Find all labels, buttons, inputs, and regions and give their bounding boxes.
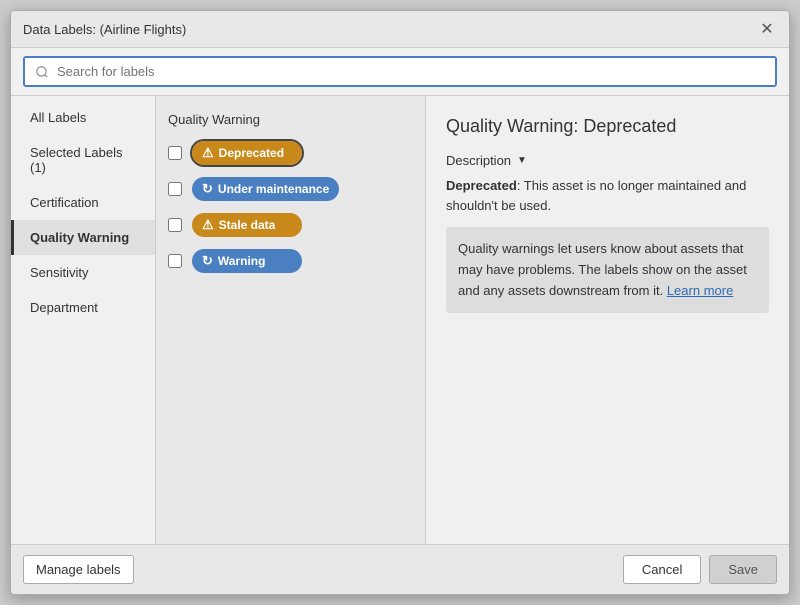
label-list-panel: Quality Warning ⚠ Deprecated ↻ Under — [156, 96, 426, 544]
sidebar: All Labels Selected Labels (1) Certifica… — [11, 96, 156, 544]
deprecated-bold: Deprecated — [446, 178, 517, 193]
maintenance-badge[interactable]: ↻ Under maintenance — [192, 177, 339, 201]
maintenance-checkbox[interactable] — [168, 182, 182, 196]
deprecated-badge-wrapper[interactable]: ⚠ Deprecated — [190, 139, 304, 167]
footer: Manage labels Cancel Save — [11, 544, 789, 594]
deprecated-icon: ⚠ — [202, 145, 214, 161]
search-bar — [11, 48, 789, 96]
warning-badge-wrapper[interactable]: ↻ Warning — [190, 247, 304, 275]
title-bar: Data Labels: (Airline Flights) ✕ — [11, 11, 789, 48]
deprecated-checkbox[interactable] — [168, 146, 182, 160]
learn-more-link[interactable]: Learn more — [667, 283, 733, 298]
stale-checkbox[interactable] — [168, 218, 182, 232]
manage-labels-button[interactable]: Manage labels — [23, 555, 134, 584]
deprecated-badge[interactable]: ⚠ Deprecated — [192, 141, 302, 165]
maintenance-icon: ↻ — [202, 181, 213, 197]
dialog: Data Labels: (Airline Flights) ✕ All Lab… — [10, 10, 790, 595]
description-text: Deprecated: This asset is no longer main… — [446, 176, 769, 215]
detail-panel: Quality Warning: Deprecated Description … — [426, 96, 789, 544]
stale-badge[interactable]: ⚠ Stale data — [192, 213, 302, 237]
footer-actions: Cancel Save — [623, 555, 777, 584]
sidebar-item-quality-warning[interactable]: Quality Warning — [11, 220, 155, 255]
sidebar-item-selected-labels[interactable]: Selected Labels (1) — [11, 135, 155, 185]
list-item: ⚠ Deprecated — [168, 139, 413, 167]
description-header[interactable]: Description ▼ — [446, 153, 769, 168]
warning-icon: ↻ — [202, 253, 213, 269]
close-button[interactable]: ✕ — [757, 19, 777, 39]
chevron-down-icon: ▼ — [517, 155, 527, 166]
panel-title: Quality Warning — [168, 112, 413, 127]
list-item: ↻ Under maintenance — [168, 175, 413, 203]
info-box: Quality warnings let users know about as… — [446, 227, 769, 313]
sidebar-item-department[interactable]: Department — [11, 290, 155, 325]
cancel-button[interactable]: Cancel — [623, 555, 701, 584]
list-item: ⚠ Stale data — [168, 211, 413, 239]
list-item: ↻ Warning — [168, 247, 413, 275]
main-content: All Labels Selected Labels (1) Certifica… — [11, 96, 789, 544]
sidebar-item-all-labels[interactable]: All Labels — [11, 100, 155, 135]
detail-title: Quality Warning: Deprecated — [446, 116, 769, 137]
maintenance-badge-wrapper[interactable]: ↻ Under maintenance — [190, 175, 341, 203]
sidebar-item-certification[interactable]: Certification — [11, 185, 155, 220]
sidebar-item-sensitivity[interactable]: Sensitivity — [11, 255, 155, 290]
warning-checkbox[interactable] — [168, 254, 182, 268]
stale-icon: ⚠ — [202, 217, 214, 233]
description-label: Description — [446, 153, 511, 168]
save-button[interactable]: Save — [709, 555, 777, 584]
warning-badge[interactable]: ↻ Warning — [192, 249, 302, 273]
stale-badge-wrapper[interactable]: ⚠ Stale data — [190, 211, 304, 239]
search-input[interactable] — [23, 56, 777, 87]
dialog-title: Data Labels: (Airline Flights) — [23, 22, 186, 37]
